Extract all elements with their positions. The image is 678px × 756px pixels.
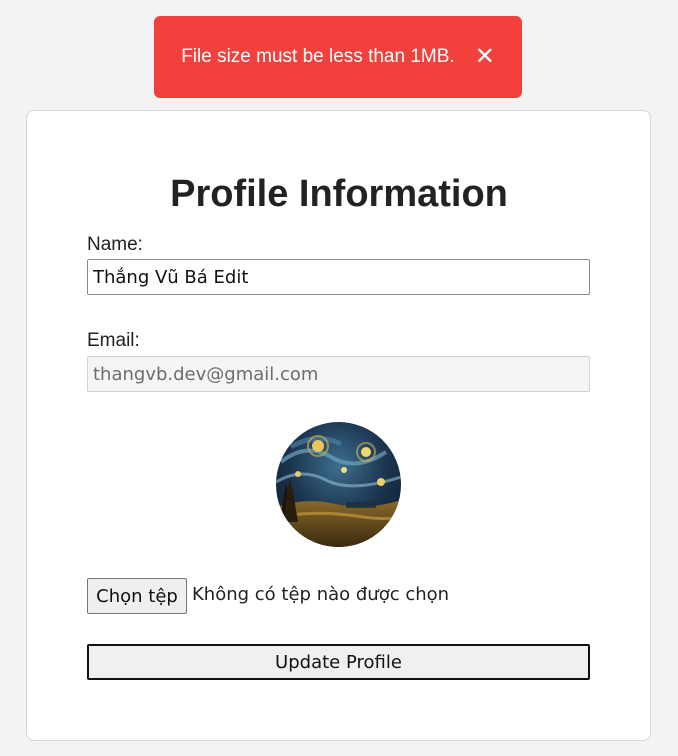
avatar bbox=[276, 422, 401, 547]
email-label: Email: bbox=[87, 330, 140, 351]
choose-file-button[interactable]: Chọn tệp bbox=[87, 578, 187, 614]
error-toast: File size must be less than 1MB. ✕ bbox=[154, 16, 522, 98]
file-status-text: Không có tệp nào được chọn bbox=[192, 584, 450, 605]
starry-night-avatar-image bbox=[276, 422, 401, 547]
toast-message: File size must be less than 1MB. bbox=[181, 46, 455, 67]
update-profile-button[interactable]: Update Profile bbox=[87, 644, 590, 680]
email-input bbox=[87, 356, 590, 392]
page-title: Profile Information bbox=[170, 173, 508, 215]
name-input[interactable] bbox=[87, 259, 590, 295]
close-icon[interactable]: ✕ bbox=[475, 45, 495, 69]
name-label: Name: bbox=[87, 234, 143, 255]
